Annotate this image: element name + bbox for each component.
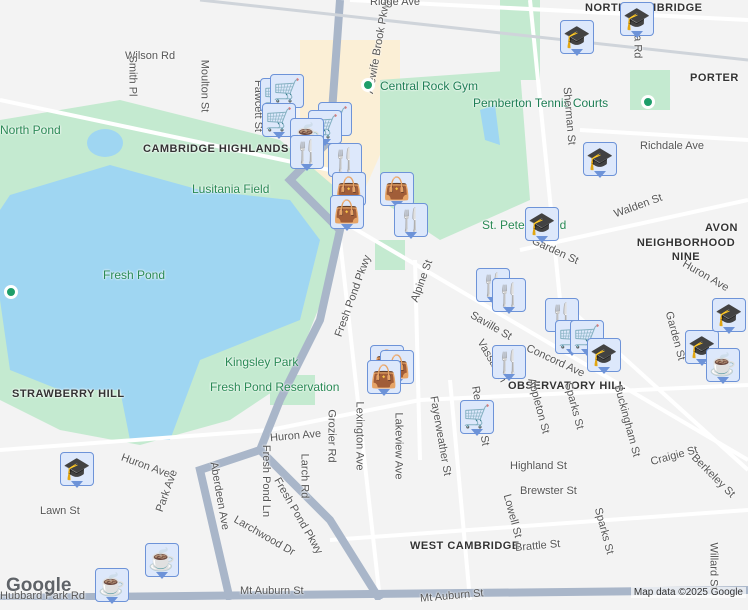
restaurant-marker-icon[interactable]: 🍴 bbox=[492, 345, 526, 381]
education-marker-icon[interactable]: 🎓 bbox=[60, 452, 94, 488]
poi-label: Pemberton Tennis Courts bbox=[473, 96, 609, 110]
street-label: Lawn St bbox=[40, 505, 80, 517]
restaurant-marker-icon[interactable]: 🍴 bbox=[394, 203, 428, 239]
street-label: Ridge Ave bbox=[370, 0, 420, 8]
poi-pin-icon[interactable] bbox=[641, 95, 655, 109]
street-label: Richdale Ave bbox=[640, 140, 705, 152]
poi-pin-icon[interactable] bbox=[361, 78, 375, 92]
map-attribution[interactable]: Map data ©2025 Google bbox=[630, 587, 746, 598]
restaurant-marker-icon[interactable]: 🍴 bbox=[492, 278, 526, 314]
shopping-marker-icon[interactable]: 👜 bbox=[330, 195, 364, 231]
education-marker-icon[interactable]: 🎓 bbox=[583, 142, 617, 178]
coffee-marker-icon[interactable]: ☕ bbox=[95, 568, 129, 604]
neighborhood-label: STRAWBERRY HILL bbox=[12, 388, 125, 400]
shopping-marker-icon[interactable]: 👜 bbox=[380, 172, 414, 208]
street-label: Brewster St bbox=[520, 485, 577, 497]
street-label: Larch Rd bbox=[298, 453, 311, 499]
education-marker-icon[interactable]: 🎓 bbox=[525, 207, 559, 243]
street-label: Highland St bbox=[510, 460, 567, 472]
neighborhood-label: PORTER bbox=[690, 72, 739, 84]
education-marker-icon[interactable]: 🎓 bbox=[712, 298, 746, 334]
restaurant-marker-icon[interactable]: 🍴 bbox=[290, 135, 324, 171]
street-label: Grozier Rd bbox=[325, 409, 338, 463]
street-label: Lakeview Ave bbox=[392, 412, 405, 480]
park-label: Kingsley Park bbox=[225, 355, 299, 369]
street-label: Smith Pl bbox=[126, 55, 139, 97]
street-label: Willard St bbox=[707, 542, 720, 590]
poi-label: Central Rock Gym bbox=[380, 79, 479, 93]
park-pin-icon[interactable] bbox=[4, 285, 18, 299]
street-label: Mt Auburn St bbox=[240, 585, 304, 597]
park-label: Fresh Pond bbox=[103, 268, 166, 282]
park-label: Lusitania Field bbox=[192, 182, 270, 196]
neighborhood-label: WEST CAMBRIDGE bbox=[410, 540, 520, 552]
education-marker-icon[interactable]: 🎓 bbox=[587, 338, 621, 374]
park-label: North Pond bbox=[0, 123, 61, 137]
neighborhood-label: CAMBRIDGE HIGHLANDS bbox=[143, 143, 289, 155]
google-logo: Google bbox=[6, 575, 72, 596]
education-marker-icon[interactable]: 🎓 bbox=[620, 2, 654, 38]
street-label: Moulton St bbox=[198, 59, 211, 113]
shopping-marker-icon[interactable]: 👜 bbox=[367, 360, 401, 396]
grocery-marker-icon[interactable]: 🛒 bbox=[460, 400, 494, 436]
park-label: Fresh Pond Reservation bbox=[210, 380, 340, 394]
coffee-marker-icon[interactable]: ☕ bbox=[145, 543, 179, 579]
education-marker-icon[interactable]: 🎓 bbox=[560, 20, 594, 56]
coffee-marker-icon[interactable]: ☕ bbox=[706, 348, 740, 384]
neighborhood-label: AVON bbox=[705, 222, 738, 234]
street-label: Lexington Ave bbox=[353, 401, 366, 471]
